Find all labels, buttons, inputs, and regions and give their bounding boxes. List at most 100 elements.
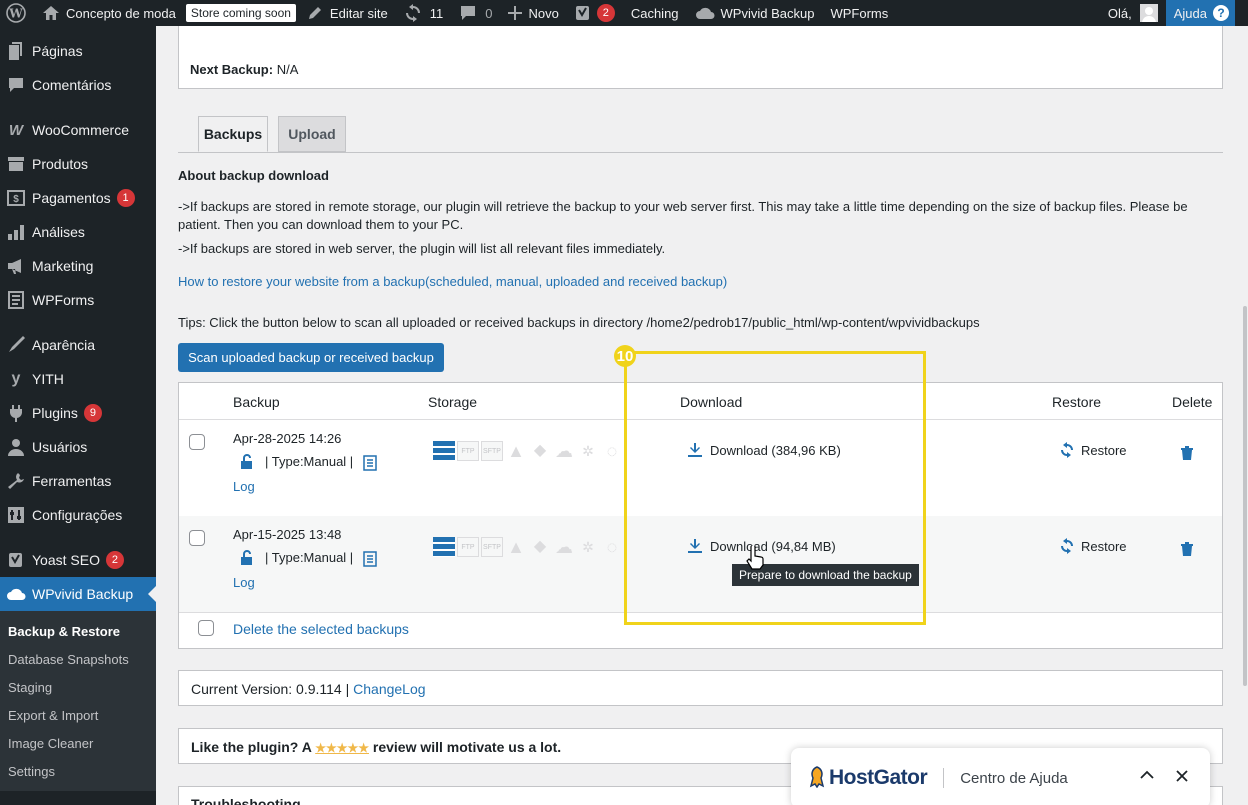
submenu-backup-restore[interactable]: Backup & Restore	[0, 617, 156, 645]
submenu-export-import[interactable]: Export & Import	[0, 701, 156, 729]
version-label: Current Version: 0.9.114	[191, 681, 342, 697]
help-button[interactable]: Ajuda ?	[1165, 0, 1235, 26]
yith-icon: y	[11, 370, 21, 387]
row-select-checkbox[interactable]	[189, 530, 205, 546]
ftp-icon: FTP	[457, 537, 479, 557]
sidebar-item-label: Comentários	[32, 77, 112, 93]
sidebar-item-label: Usuários	[32, 439, 88, 455]
edit-site-link[interactable]: Editar site	[298, 0, 396, 26]
wpforms-label: WPForms	[830, 5, 889, 21]
version-separator: |	[345, 681, 350, 697]
user-account-link[interactable]: Olá,	[1100, 0, 1166, 26]
cloud-icon	[695, 7, 715, 19]
backup-type: | Type:Manual |	[265, 550, 354, 565]
tab-backups[interactable]: Backups	[198, 116, 268, 152]
backup-type: | Type:Manual |	[265, 454, 354, 469]
wpforms-link[interactable]: WPForms	[822, 0, 896, 26]
backup-log-link[interactable]: Log	[233, 574, 255, 592]
close-icon[interactable]	[1176, 770, 1188, 785]
sidebar-item-appearance[interactable]: Aparência	[0, 328, 156, 362]
restore-button[interactable]: Restore	[1059, 538, 1127, 554]
scan-backup-button[interactable]: Scan uploaded backup or received backup	[178, 343, 444, 372]
site-name-link[interactable]: Concepto de moda	[34, 0, 184, 26]
sidebar-item-label: WPvivid Backup	[32, 586, 134, 602]
help-label: Ajuda	[1173, 5, 1207, 21]
comments-link[interactable]: 0	[451, 0, 500, 26]
yoast-badge: 2	[596, 4, 615, 22]
yoast-link[interactable]: 2	[567, 0, 623, 26]
sidebar-item-comments[interactable]: Comentários	[0, 68, 156, 102]
submenu-database-snapshots[interactable]: Database Snapshots	[0, 645, 156, 673]
sidebar-item-woocommerce[interactable]: W WooCommerce	[0, 113, 156, 147]
admin-sidebar: Páginas Comentários W WooCommerce Produt…	[0, 26, 156, 805]
restore-icon	[1061, 538, 1073, 554]
delete-selected-link[interactable]: Delete the selected backups	[233, 620, 409, 638]
howto-restore-link[interactable]: How to restore your website from a backu…	[178, 273, 727, 291]
scrollbar[interactable]	[1242, 26, 1248, 805]
hostgator-help-widget[interactable]: HostGator Centro de Ajuda	[791, 748, 1210, 805]
backup-log-link[interactable]: Log	[233, 478, 255, 496]
sidebar-item-wpforms[interactable]: WPForms	[0, 283, 156, 317]
unlock-icon[interactable]	[239, 454, 255, 473]
next-backup-label: Next Backup:	[190, 62, 274, 77]
row-select-checkbox[interactable]	[189, 434, 205, 450]
edit-site-label: Editar site	[329, 5, 388, 21]
sidebar-item-settings[interactable]: Configurações	[0, 498, 156, 532]
updates-link[interactable]: 11	[396, 0, 452, 26]
submenu-staging[interactable]: Staging	[0, 673, 156, 701]
onedrive-icon: ☁	[555, 441, 573, 461]
site-name: Concepto de moda	[66, 5, 176, 21]
submenu-settings[interactable]: Settings	[0, 757, 156, 785]
wpvivid-link[interactable]: WPvivid Backup	[687, 0, 823, 26]
notes-icon[interactable]	[363, 551, 377, 570]
wordpress-logo-icon[interactable]: W	[0, 0, 34, 26]
unlock-icon[interactable]	[239, 550, 255, 569]
review-stars-link[interactable]: ★★★★★	[315, 741, 369, 755]
sidebar-item-payments[interactable]: $ Pagamentos 1	[0, 181, 156, 215]
ftp-icon: FTP	[457, 441, 479, 461]
sidebar-item-label: Produtos	[32, 156, 89, 172]
trash-icon[interactable]	[1180, 541, 1194, 560]
sidebar-item-pages[interactable]: Páginas	[0, 34, 156, 68]
review-prefix: Like the plugin? A	[191, 739, 312, 755]
restore-button[interactable]: Restore	[1059, 442, 1127, 458]
sidebar-item-label: Análises	[32, 224, 85, 240]
sidebar-item-tools[interactable]: Ferramentas	[0, 464, 156, 498]
sidebar-item-yith[interactable]: y YITH	[0, 362, 156, 396]
next-backup: Next Backup: N/A	[190, 61, 298, 79]
sidebar-item-analytics[interactable]: Análises	[0, 215, 156, 249]
submenu-image-cleaner[interactable]: Image Cleaner	[0, 729, 156, 757]
google-drive-icon: ▲	[507, 441, 525, 461]
notes-icon[interactable]	[363, 455, 377, 474]
wpvivid-label: WPvivid Backup	[720, 5, 815, 21]
comment-icon	[461, 6, 476, 20]
sidebar-item-users[interactable]: Usuários	[0, 430, 156, 464]
trash-icon[interactable]	[1180, 445, 1194, 464]
sidebar-item-yoast-seo[interactable]: Yoast SEO 2	[0, 543, 156, 577]
restore-icon	[1061, 442, 1073, 458]
greeting-text: Olá,	[1107, 5, 1132, 21]
troubleshooting-title: Troubleshooting	[191, 796, 301, 805]
plugins-icon	[6, 403, 26, 423]
wpvivid-submenu: Backup & Restore Database Snapshots Stag…	[0, 611, 156, 791]
sidebar-item-plugins[interactable]: Plugins 9	[0, 396, 156, 430]
sidebar-item-wpvivid-backup[interactable]: WPvivid Backup	[0, 577, 156, 611]
tab-upload[interactable]: Upload	[278, 116, 346, 152]
col-restore: Restore	[1052, 394, 1102, 410]
changelog-link[interactable]: ChangeLog	[353, 681, 425, 697]
main-content: Next Backup: N/A Backups Upload About ba…	[156, 26, 1248, 805]
hostgator-logo-icon	[809, 765, 825, 791]
sidebar-item-label: Yoast SEO	[32, 552, 100, 568]
sidebar-item-products[interactable]: Produtos	[0, 147, 156, 181]
marketing-icon	[6, 256, 26, 276]
sidebar-item-marketing[interactable]: Marketing	[0, 249, 156, 283]
new-content-link[interactable]: Novo	[500, 0, 566, 26]
select-all-checkbox[interactable]	[198, 620, 214, 636]
sftp-icon: SFTP	[481, 537, 503, 557]
caching-link[interactable]: Caching	[623, 0, 687, 26]
store-status-badge[interactable]: Store coming soon	[185, 4, 296, 22]
storage-icons: FTP SFTP ▲ ◆ ☁ ✲ ◌	[433, 537, 643, 557]
count-badge: 1	[116, 189, 135, 207]
chevron-up-icon[interactable]	[1140, 768, 1154, 783]
appearance-icon	[6, 335, 26, 355]
